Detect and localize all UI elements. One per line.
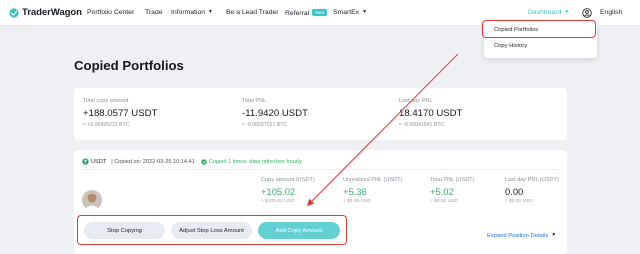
copied-on-date: | Copied on: 2022-03-25 10:14:41 [111,158,195,165]
nav-be-a-lead-trader[interactable]: Be a Lead Trader [226,9,279,16]
dropdown-item-copy-history[interactable]: Copy History [494,43,527,49]
nav-information-label: Information [171,9,206,16]
highlight-box-copied-portfolios [482,20,596,38]
expand-position-details-label: Expand Position Details [487,233,549,239]
new-badge: New [312,9,328,16]
expand-position-details-link[interactable]: Expand Position Details ▼ [487,232,556,239]
page-title: Copied Portfolios [74,58,184,73]
nav-dashboard-label: Dashboard [528,9,562,16]
portfolio-pair: USDT [91,158,107,165]
total-copy-amount-btc: ≈ +0.00425221 BTC [83,122,130,128]
unrealized-pnl-usd: ≈ $5.36 USD [343,199,371,204]
brand-name: TraderWagon [22,7,82,18]
caret-down-icon: ▼ [551,232,557,238]
chevron-down-icon: ▼ [208,9,213,15]
copy-amount-usd: ≈ $105.02 USD [261,199,295,204]
portfolio-total-pnl-label: Total PNL (USDT) [430,177,475,183]
language-selector[interactable]: English [600,9,622,16]
portfolio-divider [82,169,558,170]
nav-smartex[interactable]: SmartEx ▼ [333,9,367,16]
nav-smartex-label: SmartEx [333,9,360,16]
nav-portfolio-center[interactable]: Portfolio Center [87,9,134,16]
last-day-pnl-btc: ≈ -0.00041541 BTC [399,122,445,128]
copy-amount-label: Copy amount (USDT) [261,177,315,183]
nav-referral-label: Referral [285,10,310,17]
chevron-down-icon: ▼ [362,9,368,15]
portfolio-header: USDT | Copied on: 2022-03-25 10:14:41 Co… [82,158,302,165]
portfolio-last-day-pnl-value: 0.00 [505,186,524,197]
unrealized-pnl-label: Unrealized PNL (USDT) [343,177,403,183]
lead-trader-avatar[interactable] [82,190,102,210]
portfolio-total-pnl-usd: ≈ $5.02 USD [430,199,458,204]
nav-dashboard[interactable]: Dashboard ▼ [528,9,569,16]
check-circle-icon [200,158,207,165]
portfolio-last-day-pnl-label: Last day PNL (USDT) [505,177,559,183]
avatar-image [82,190,102,210]
copy-amount-value: +105.02 [261,186,296,197]
nav-referral[interactable]: Referral New [285,9,328,17]
summary-card: Total copy amount +188.0577 USDT ≈ +0.00… [74,88,567,140]
chevron-down-icon: ▼ [564,9,570,15]
total-pnl-btc: ≈ -0.00027021 BTC [242,122,288,128]
user-circle-icon[interactable] [582,8,592,18]
portfolio-last-day-pnl-usd: ≈ $0.00 USD [505,199,533,204]
total-pnl-label: Total PNL [242,98,267,104]
last-day-pnl-label: Last day PNL [399,98,433,104]
total-copy-amount-label: Total copy amount [83,98,129,104]
last-day-pnl-value: 18.4170 USDT [399,108,463,119]
language-label: English [600,9,623,16]
total-pnl-value: -11.9420 USDT [242,108,308,119]
nav-trade[interactable]: Trade [145,9,163,16]
highlight-box-action-buttons [77,215,347,245]
traderwagon-logo-icon [9,7,19,18]
usdt-coin-icon [82,158,89,165]
brand-logo[interactable]: TraderWagon [9,7,82,18]
nav-information[interactable]: Information ▼ [171,9,213,16]
total-copy-amount-value: +188.0577 USDT [83,108,158,119]
copied-status-note: Copied 1 times, data refreshes hourly [208,158,302,165]
portfolio-total-pnl-value: +5.02 [430,186,454,197]
unrealized-pnl-value: +5.36 [343,186,367,197]
